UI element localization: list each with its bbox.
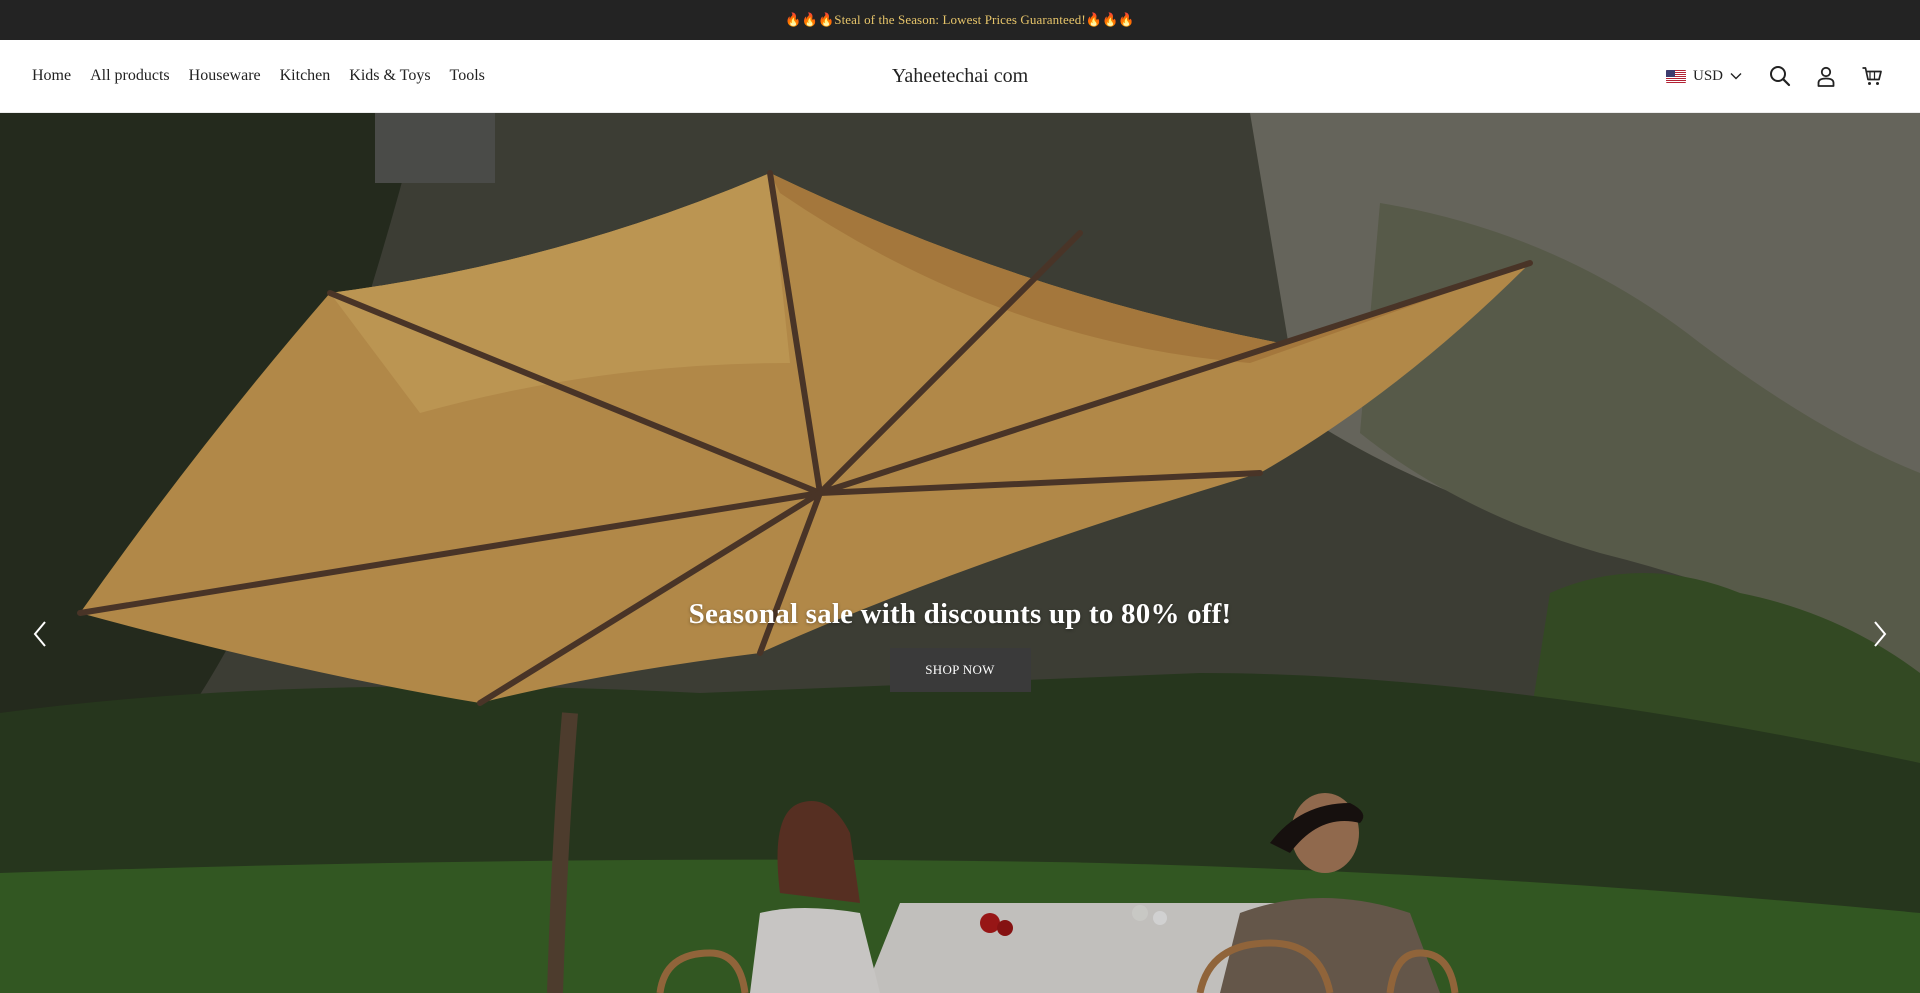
nav-item-tools[interactable]: Tools: [450, 67, 485, 85]
nav-item-all-products[interactable]: All products: [90, 67, 170, 85]
chevron-down-icon: [1730, 72, 1742, 80]
hero-title: Seasonal sale with discounts up to 80% o…: [688, 598, 1232, 630]
nav-item-home[interactable]: Home: [32, 67, 71, 85]
nav-item-houseware[interactable]: Houseware: [189, 67, 261, 85]
announcement-text: 🔥🔥🔥Steal of the Season: Lowest Prices Gu…: [785, 12, 1135, 27]
us-flag-icon: [1665, 69, 1686, 83]
shop-now-button[interactable]: SHOP NOW: [889, 648, 1031, 692]
nav-item-kitchen[interactable]: Kitchen: [280, 67, 331, 85]
cart-icon[interactable]: [1860, 64, 1884, 88]
main-nav: Home All products Houseware Kitchen Kids…: [0, 67, 504, 85]
search-icon[interactable]: [1768, 64, 1792, 88]
announcement-bar: 🔥🔥🔥Steal of the Season: Lowest Prices Gu…: [0, 0, 1920, 40]
hero-content: Seasonal sale with discounts up to 80% o…: [0, 598, 1920, 692]
site-logo[interactable]: Yaheetechai com: [892, 65, 1028, 88]
header-tools: USD: [1665, 64, 1884, 88]
currency-selector[interactable]: USD: [1665, 67, 1742, 85]
site-header: Home All products Houseware Kitchen Kids…: [0, 40, 1920, 113]
nav-item-kids-toys[interactable]: Kids & Toys: [349, 67, 430, 85]
hero-overlay: [0, 113, 1920, 993]
hero-slideshow: Seasonal sale with discounts up to 80% o…: [0, 113, 1920, 993]
account-icon[interactable]: [1814, 64, 1838, 88]
currency-label: USD: [1692, 67, 1723, 84]
